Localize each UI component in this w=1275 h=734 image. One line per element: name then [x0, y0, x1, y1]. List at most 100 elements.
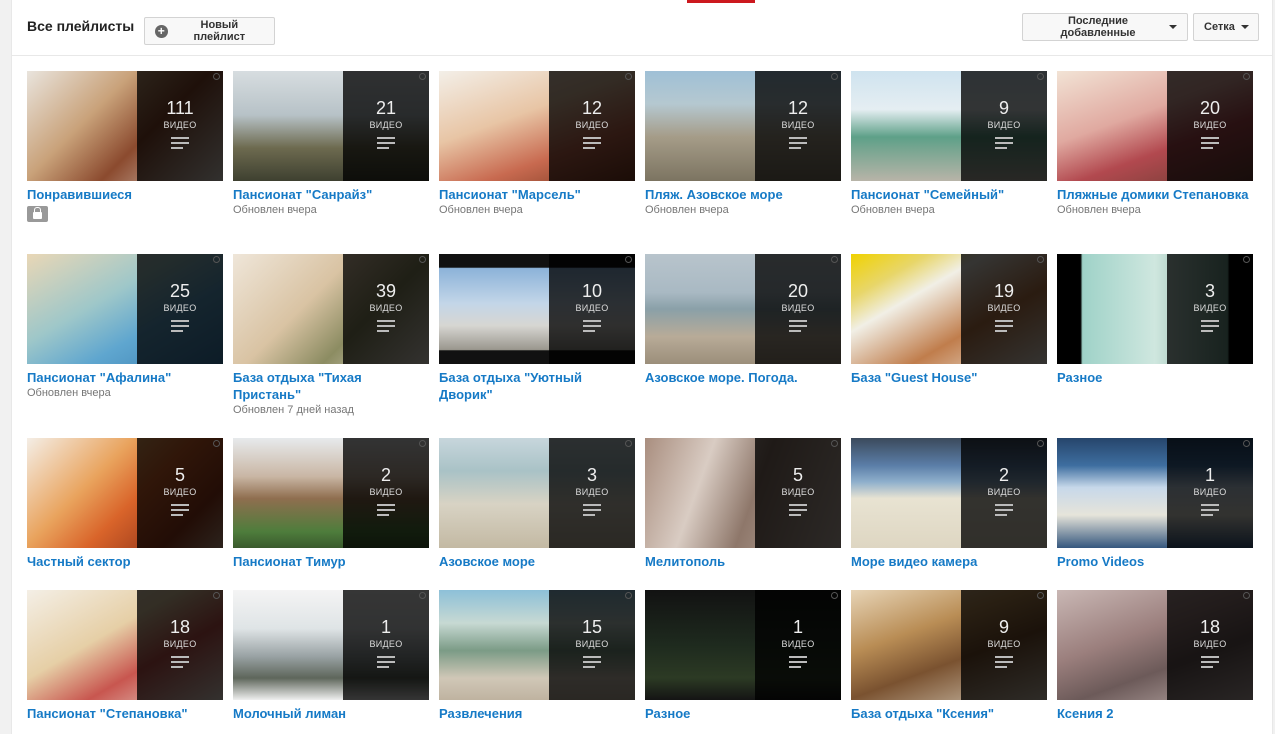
playlist-title[interactable]: Море видео камера [851, 553, 1047, 570]
video-count: 3 [586, 465, 597, 485]
playlist-card: 111 ВИДЕО Понравившиеся [27, 71, 223, 224]
corner-icon [1037, 440, 1044, 447]
playlist-title[interactable]: Развлечения [439, 705, 635, 722]
playlist-card: 12 ВИДЕО Пляж. Азовское море Обновлен вчера [645, 71, 841, 216]
video-count-overlay: 12 ВИДЕО [549, 71, 635, 181]
page-title: Все плейлисты [27, 18, 135, 34]
video-count: 19 [993, 281, 1015, 301]
view-mode-dropdown[interactable]: Сетка [1193, 13, 1259, 41]
playlist-title[interactable]: Promo Videos [1057, 553, 1253, 570]
playlist-thumbnail[interactable]: 5 ВИДЕО [645, 438, 841, 548]
video-count: 2 [380, 465, 391, 485]
playlists-header: Все плейлисты + Новый плейлист Последние… [12, 0, 1272, 56]
playlist-thumbnail[interactable]: 12 ВИДЕО [645, 71, 841, 181]
playlist-thumbnail[interactable]: 18 ВИДЕО [1057, 590, 1253, 700]
playlist-thumbnail[interactable]: 12 ВИДЕО [439, 71, 635, 181]
playlist-thumbnail[interactable]: 9 ВИДЕО [851, 71, 1047, 181]
playlist-thumbnail[interactable]: 111 ВИДЕО [27, 71, 223, 181]
view-label: Сетка [1204, 21, 1235, 33]
playlist-card: 20 ВИДЕО Пляжные домики Степановка Обновлен… [1057, 71, 1253, 216]
corner-icon [1243, 440, 1250, 447]
playlist-title[interactable]: Разное [645, 705, 841, 722]
playlist-icon [995, 320, 1013, 332]
video-count: 12 [581, 98, 603, 118]
playlist-thumbnail[interactable]: 1 ВИДЕО [1057, 438, 1253, 548]
playlist-title[interactable]: Пансионат Тимур [233, 553, 429, 570]
playlist-title[interactable]: База "Guest House" [851, 369, 1047, 386]
updated-status: Обновлен вчера [851, 204, 935, 216]
playlist-title[interactable]: Пансионат "Степановка" [27, 705, 223, 722]
video-count-label: ВИДЕО [369, 120, 403, 130]
playlist-icon [583, 320, 601, 332]
new-playlist-label: Новый плейлист [193, 19, 246, 43]
playlist-title[interactable]: Пансионат "Марсель" [439, 186, 635, 203]
video-count-overlay: 10 ВИДЕО [549, 254, 635, 364]
playlist-title[interactable]: Понравившиеся [27, 186, 223, 203]
video-count: 39 [375, 281, 397, 301]
playlist-title[interactable]: Молочный лиман [233, 705, 429, 722]
video-count: 5 [792, 465, 803, 485]
playlist-title[interactable]: База отдыха "Уютный Дворик" [439, 369, 635, 403]
playlist-thumbnail[interactable]: 20 ВИДЕО [1057, 71, 1253, 181]
corner-icon [419, 73, 426, 80]
playlist-title[interactable]: Пансионат "Санрайз" [233, 186, 429, 203]
playlist-thumbnail[interactable]: 1 ВИДЕО [645, 590, 841, 700]
video-count-label: ВИДЕО [163, 487, 197, 497]
playlist-title[interactable]: Пляж. Азовское море [645, 186, 841, 203]
playlist-thumbnail[interactable]: 2 ВИДЕО [851, 438, 1047, 548]
corner-icon [1037, 73, 1044, 80]
video-count-overlay: 3 ВИДЕО [549, 438, 635, 548]
playlist-thumbnail[interactable]: 15 ВИДЕО [439, 590, 635, 700]
video-count-label: ВИДЕО [1193, 120, 1227, 130]
playlist-icon [583, 137, 601, 149]
playlist-title[interactable]: Ксения 2 [1057, 705, 1253, 722]
playlist-thumbnail[interactable]: 9 ВИДЕО [851, 590, 1047, 700]
video-count-overlay: 5 ВИДЕО [755, 438, 841, 548]
playlist-title[interactable]: База отдыха "Тихая Пристань" [233, 369, 429, 403]
playlist-thumbnail[interactable]: 18 ВИДЕО [27, 590, 223, 700]
playlist-thumbnail[interactable]: 10 ВИДЕО [439, 254, 635, 364]
playlist-title[interactable]: Частный сектор [27, 553, 223, 570]
video-count: 3 [1204, 281, 1215, 301]
video-count-label: ВИДЕО [781, 639, 815, 649]
playlist-thumbnail[interactable]: 25 ВИДЕО [27, 254, 223, 364]
playlist-thumbnail[interactable]: 21 ВИДЕО [233, 71, 429, 181]
playlist-thumbnail[interactable]: 3 ВИДЕО [1057, 254, 1253, 364]
playlist-thumbnail[interactable]: 2 ВИДЕО [233, 438, 429, 548]
playlist-title[interactable]: Мелитополь [645, 553, 841, 570]
playlist-title[interactable]: Азовское море [439, 553, 635, 570]
corner-icon [831, 592, 838, 599]
video-count-label: ВИДЕО [987, 639, 1021, 649]
video-count-label: ВИДЕО [575, 303, 609, 313]
playlist-card: 5 ВИДЕО Мелитополь [645, 438, 841, 570]
playlist-thumbnail[interactable]: 19 ВИДЕО [851, 254, 1047, 364]
video-count-label: ВИДЕО [369, 487, 403, 497]
video-count-overlay: 39 ВИДЕО [343, 254, 429, 364]
video-count: 2 [998, 465, 1009, 485]
video-count: 18 [1199, 617, 1221, 637]
playlist-thumbnail[interactable]: 3 ВИДЕО [439, 438, 635, 548]
corner-icon [831, 73, 838, 80]
playlist-thumbnail[interactable]: 20 ВИДЕО [645, 254, 841, 364]
corner-icon [213, 592, 220, 599]
playlist-card: 9 ВИДЕО База отдыха "Ксения" [851, 590, 1047, 722]
playlist-thumbnail[interactable]: 39 ВИДЕО [233, 254, 429, 364]
playlist-icon [171, 137, 189, 149]
playlist-title[interactable]: Пансионат "Афалина" [27, 369, 223, 386]
playlist-title[interactable]: Пансионат "Семейный" [851, 186, 1047, 203]
video-count-overlay: 1 ВИДЕО [1167, 438, 1253, 548]
video-count-label: ВИДЕО [369, 639, 403, 649]
new-playlist-button[interactable]: + Новый плейлист [144, 17, 275, 45]
video-count-overlay: 20 ВИДЕО [1167, 71, 1253, 181]
sort-dropdown[interactable]: Последние добавленные [1022, 13, 1188, 41]
playlist-thumbnail[interactable]: 5 ВИДЕО [27, 438, 223, 548]
playlist-thumbnail[interactable]: 1 ВИДЕО [233, 590, 429, 700]
playlist-title[interactable]: База отдыха "Ксения" [851, 705, 1047, 722]
video-count-overlay: 21 ВИДЕО [343, 71, 429, 181]
playlist-title[interactable]: Разное [1057, 369, 1253, 386]
playlist-icon [789, 320, 807, 332]
video-count-label: ВИДЕО [987, 303, 1021, 313]
playlist-card: 39 ВИДЕО База отдыха "Тихая Пристань" Обнов… [233, 254, 429, 416]
playlist-title[interactable]: Пляжные домики Степановка [1057, 186, 1253, 203]
playlist-title[interactable]: Азовское море. Погода. [645, 369, 841, 386]
